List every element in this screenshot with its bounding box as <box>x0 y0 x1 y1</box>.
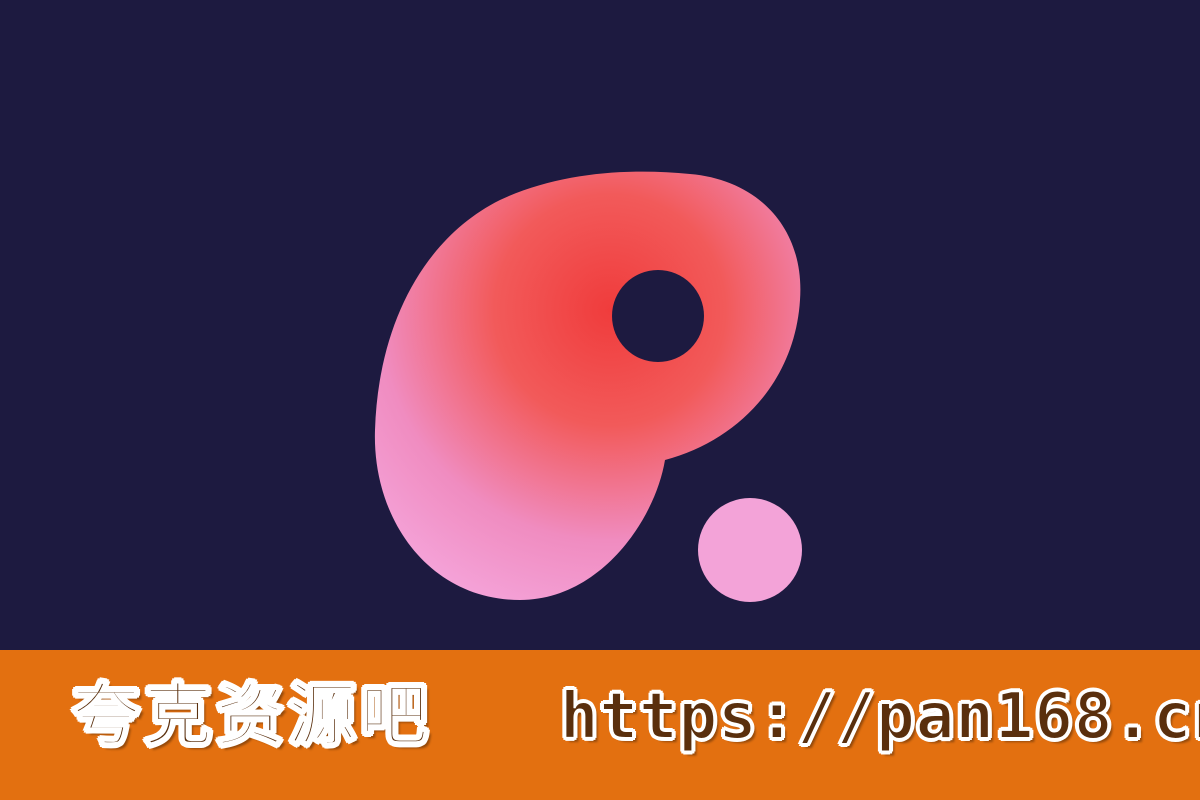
logo-dot <box>698 498 802 602</box>
app-logo-icon <box>374 171 802 602</box>
banner-site-name: 夸克资源吧 <box>71 676 433 757</box>
image-canvas: 夸克资源吧 https://pan168.cn <box>0 0 1200 800</box>
banner-site-url: https://pan168.cn <box>559 679 1200 755</box>
logo-area <box>0 0 1200 650</box>
